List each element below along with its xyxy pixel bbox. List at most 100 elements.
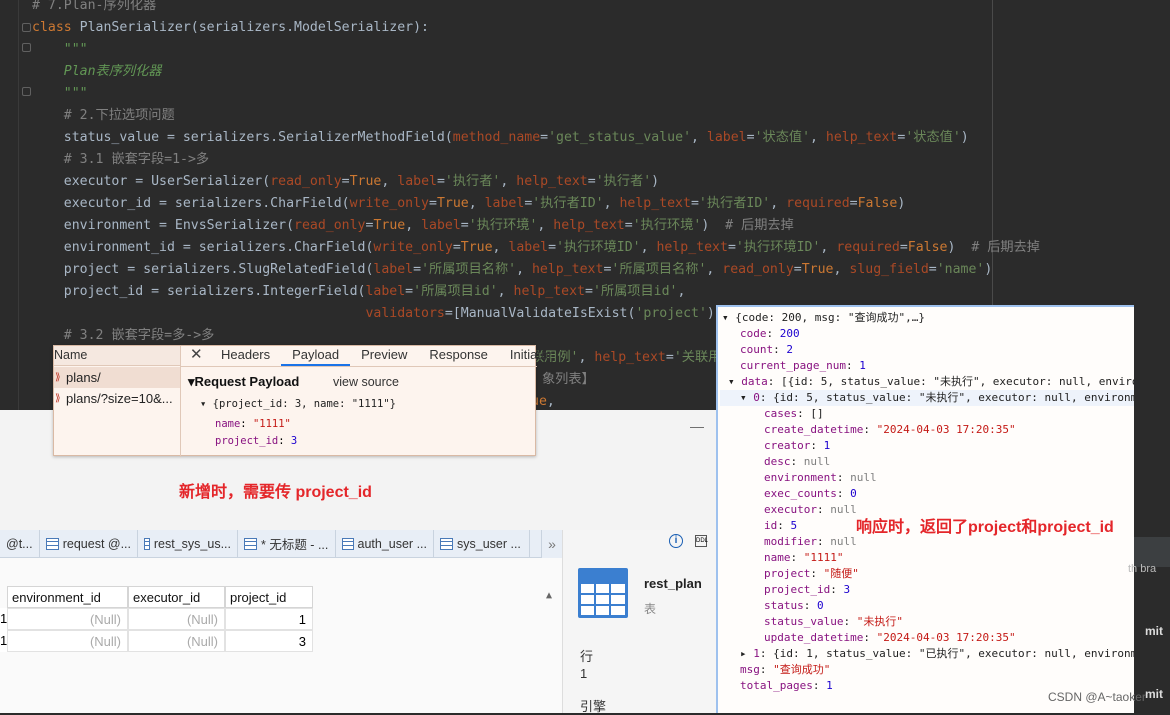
response-row: creator: 1: [764, 439, 831, 452]
response-row: create_datetime: "2024-04-03 17:20:35": [764, 423, 1016, 436]
table-cell[interactable]: 3: [225, 630, 313, 652]
fold-marker-icon[interactable]: [22, 43, 31, 52]
response-key: code: [740, 327, 767, 340]
response-value: "1111": [803, 551, 844, 564]
code-token: =: [452, 240, 461, 255]
code-token: =: [405, 284, 414, 299]
scroll-up-icon[interactable]: ▲: [546, 590, 552, 601]
expand-toggle-icon[interactable]: ▸: [740, 647, 753, 660]
code-token: ,: [691, 130, 707, 145]
info-icon[interactable]: i: [669, 534, 683, 548]
code-token: =: [585, 284, 593, 299]
response-key: count: [740, 343, 774, 356]
table-cell[interactable]: (Null): [128, 630, 225, 652]
response-row[interactable]: ▸ 1: {id: 1, status_value: "已执行", execut…: [740, 646, 1164, 662]
devtools-tab-preview[interactable]: Preview: [350, 346, 418, 366]
code-token: ): [706, 306, 715, 321]
fold-marker-icon[interactable]: [22, 87, 31, 96]
response-row[interactable]: ▾ data: [{id: 5, status_value: "未执行", ex…: [728, 374, 1170, 390]
payload-pid-row: project_id: 3: [215, 435, 298, 447]
code-line[interactable]: project_id = serializers.IntegerField(la…: [32, 281, 686, 303]
column-header[interactable]: executor_id: [128, 586, 225, 608]
code-line[interactable]: environment = EnvsSerializer(read_only = T…: [32, 215, 794, 237]
view-source-link[interactable]: view source: [333, 375, 399, 389]
response-value: null: [850, 471, 877, 484]
devtools-tab-payload[interactable]: Payload: [281, 346, 351, 366]
code-line[interactable]: executor_id = serializers.CharField(writ…: [32, 193, 906, 215]
code-token: help_text: [594, 350, 666, 365]
code-token: ): [701, 218, 726, 233]
code-line[interactable]: """: [32, 83, 88, 105]
response-row: status: 0: [764, 599, 824, 612]
payload-summary[interactable]: ▾ {project_id: 3, name: "1111"}: [200, 398, 396, 410]
request-payload-title[interactable]: ▾Request Payload: [188, 374, 299, 390]
table-cell[interactable]: 1: [225, 608, 313, 630]
section-title: Request Payload: [194, 374, 300, 389]
code-line[interactable]: # 3.2 嵌套字段=多->多: [32, 325, 215, 347]
row-prefix: 1: [0, 630, 7, 652]
close-icon[interactable]: ✕: [190, 345, 203, 363]
response-value: [{id: 5, status_value: "未执行", executor: …: [781, 375, 1170, 388]
code-token: ,: [468, 196, 485, 211]
navicat-tab[interactable]: * 无标题 - ...: [238, 529, 336, 558]
code-line[interactable]: Plan表序列化器: [32, 61, 162, 83]
code-token: ,: [500, 174, 517, 189]
response-row[interactable]: ▾ {code: 200, msg: "查询成功",…}: [722, 310, 925, 326]
code-line[interactable]: status_value = serializers.SerializerMet…: [32, 127, 969, 149]
request-name: plans/: [66, 370, 101, 385]
request-item-plans-page[interactable]: ⟫ plans/?size=10&...: [54, 388, 180, 409]
code-token: ,: [381, 174, 398, 189]
code-token: # 3.2 嵌套字段=多->多: [32, 328, 215, 343]
response-value: {code: 200, msg: "查询成功",…}: [735, 311, 925, 324]
code-line[interactable]: 象列表】: [542, 369, 595, 391]
response-row: desc: null: [764, 455, 831, 468]
response-value: 1: [826, 679, 833, 692]
code-token: ,: [640, 240, 657, 255]
navicat-tab[interactable]: auth_user ...: [336, 529, 434, 558]
code-token: help_text: [553, 218, 625, 233]
right-edge-text: mit: [1145, 624, 1163, 638]
column-header[interactable]: environment_id: [7, 586, 128, 608]
request-item-plans[interactable]: ⟫ plans/: [54, 367, 180, 388]
table-cell[interactable]: (Null): [7, 608, 128, 630]
expand-toggle-icon[interactable]: ▾: [728, 375, 741, 388]
devtools-tab-headers[interactable]: Headers: [210, 346, 281, 366]
annotation-create: 新增时，需要传 project_id: [179, 484, 372, 501]
table-cell[interactable]: (Null): [7, 630, 128, 652]
code-token: validators: [365, 306, 445, 321]
response-row[interactable]: ▾ 0: {id: 5, status_value: "未执行", execut…: [720, 390, 1164, 406]
code-line[interactable]: executor = UserSerializer(read_only=True…: [32, 171, 659, 193]
tabs-overflow-chevron-icon[interactable]: »: [541, 530, 562, 558]
code-line[interactable]: project = serializers.SlugRelatedField(l…: [32, 259, 993, 281]
column-header[interactable]: project_id: [225, 586, 313, 608]
code-line[interactable]: class PlanSerializer(serializers.ModelSe…: [32, 17, 429, 39]
code-token: ,: [770, 196, 787, 211]
ddl-icon[interactable]: DDL: [695, 535, 708, 547]
navicat-tab[interactable]: rest_sys_us...: [138, 529, 238, 558]
code-line[interactable]: # 3.1 嵌套字段=1->多: [32, 149, 209, 171]
code-token: '执行者ID': [698, 196, 771, 211]
response-row: current_page_num: 1: [740, 359, 866, 372]
navicat-tab[interactable]: sys_user ...: [434, 529, 530, 558]
payload-value: 3: [290, 435, 298, 447]
code-line[interactable]: validators=[ManualValidateIsExist('proje…: [32, 303, 715, 325]
code-line[interactable]: environment_id = serializers.CharField(w…: [32, 237, 1040, 259]
expand-toggle-icon[interactable]: ▾: [722, 311, 735, 324]
code-token: help_text: [516, 174, 588, 189]
code-token: label: [508, 240, 549, 255]
table-cell[interactable]: (Null): [128, 608, 225, 630]
minimize-icon[interactable]: —: [690, 418, 704, 434]
fold-marker-icon[interactable]: [22, 23, 31, 32]
code-line[interactable]: # 2.下拉选项问题: [32, 105, 175, 127]
expand-toggle-icon[interactable]: ▾: [740, 391, 753, 404]
code-line[interactable]: """: [32, 39, 88, 61]
response-key: executor: [764, 503, 817, 516]
devtools-tab-initiator[interactable]: Initiator: [499, 346, 564, 366]
table-type: 表: [644, 602, 657, 616]
navicat-tab[interactable]: request @...: [40, 529, 138, 558]
navicat-tab[interactable]: @t...: [0, 529, 40, 558]
code-line[interactable]: # 7.Plan-序列化器: [32, 0, 156, 17]
code-token: '执行环境': [632, 218, 702, 233]
devtools-tab-response[interactable]: Response: [418, 346, 499, 366]
watermark: CSDN @A~taoker: [1048, 690, 1146, 704]
